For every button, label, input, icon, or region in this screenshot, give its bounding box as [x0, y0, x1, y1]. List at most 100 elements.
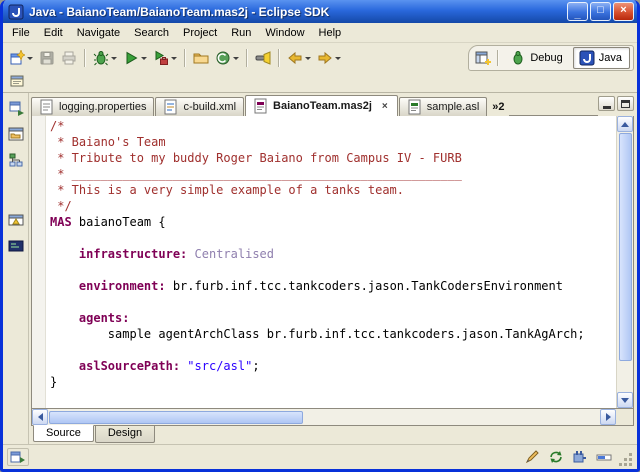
new-wizard-icon	[10, 50, 25, 65]
new-class-icon	[216, 51, 230, 65]
vertical-scrollbar[interactable]	[616, 116, 633, 408]
chevron-down-icon	[171, 56, 177, 60]
tab-bar-spacer	[508, 95, 598, 116]
menu-help[interactable]: Help	[312, 24, 349, 42]
open-perspective-button[interactable]	[472, 47, 494, 69]
new-wizard-button[interactable]	[6, 47, 36, 69]
tab-label: BaianoTeam.mas2j	[273, 100, 372, 112]
package-explorer-button[interactable]	[6, 124, 26, 144]
menu-search[interactable]: Search	[127, 24, 176, 42]
plugin-status-button[interactable]	[571, 448, 589, 466]
fast-view-bar-button[interactable]	[7, 448, 29, 466]
java-perspective-button[interactable]: Java	[572, 47, 630, 69]
debug-perspective-button[interactable]: Debug	[504, 47, 570, 69]
java-perspective-icon	[579, 50, 595, 66]
tab-label: c-build.xml	[183, 101, 237, 113]
forward-button[interactable]	[314, 47, 344, 69]
debug-icon	[93, 51, 109, 66]
toolbar-separator	[278, 49, 280, 67]
tab-baianoteam-mas2j[interactable]: BaianoTeam.mas2j ×	[245, 95, 398, 116]
workbench-main: logging.properties c-build.xml BaianoTea…	[3, 93, 637, 444]
writable-status-icon	[525, 450, 539, 464]
java-perspective-label: Java	[598, 52, 622, 64]
progress-status-button[interactable]	[595, 448, 613, 466]
scroll-right-button[interactable]	[600, 409, 616, 425]
debug-button[interactable]	[90, 47, 120, 69]
external-tools-button[interactable]	[150, 47, 180, 69]
maximize-button[interactable]: □	[590, 2, 611, 21]
status-bar	[3, 444, 637, 469]
fast-view-bar	[3, 93, 29, 444]
type-hierarchy-icon	[9, 153, 22, 167]
chevron-down-icon	[111, 56, 117, 60]
menu-project[interactable]: Project	[176, 24, 224, 42]
maximize-icon	[621, 99, 630, 108]
window-title: Java - BaianoTeam/BaianoTeam.mas2j - Ecl…	[29, 4, 330, 19]
tab-source[interactable]: Source	[33, 425, 94, 442]
problems-view-button[interactable]	[6, 210, 26, 230]
tab-close-icon[interactable]: ×	[380, 101, 390, 112]
editor-area: logging.properties c-build.xml BaianoTea…	[29, 93, 637, 444]
annotation-ruler[interactable]	[32, 116, 46, 408]
scroll-left-button[interactable]	[32, 409, 48, 425]
open-perspective-icon	[475, 51, 492, 65]
console-view-button[interactable]	[6, 236, 26, 256]
menu-edit[interactable]: Edit	[37, 24, 70, 42]
writable-status-button[interactable]	[523, 448, 541, 466]
tab-overflow-chevron[interactable]: »2	[492, 101, 504, 113]
restore-views-icon	[9, 101, 24, 116]
forward-icon	[318, 51, 332, 65]
menu-window[interactable]: Window	[258, 24, 311, 42]
save-button[interactable]	[36, 47, 58, 69]
toolbar-separator	[497, 50, 500, 66]
new-class-button[interactable]	[212, 47, 242, 69]
scroll-down-button[interactable]	[617, 392, 633, 408]
xml-file-icon	[164, 99, 177, 115]
horizontal-scroll-track[interactable]	[48, 409, 600, 425]
search-button[interactable]	[252, 47, 274, 69]
toolbar-separator	[184, 49, 186, 67]
tab-sample-asl[interactable]: sample.asl	[398, 97, 488, 116]
resize-grip[interactable]	[619, 453, 633, 467]
code-editor[interactable]: /* * Baiano's Team * Tribute to my buddy…	[46, 116, 616, 408]
run-icon	[126, 51, 138, 65]
back-button[interactable]	[284, 47, 314, 69]
chevron-down-icon	[141, 56, 147, 60]
tab-label: logging.properties	[59, 101, 147, 113]
menu-run[interactable]: Run	[224, 24, 258, 42]
type-hierarchy-button[interactable]	[6, 150, 26, 170]
title-bar[interactable]: Java - BaianoTeam/BaianoTeam.mas2j - Ecl…	[3, 0, 637, 23]
editor-controls	[598, 96, 634, 111]
mas2j-file-icon	[254, 98, 267, 114]
menu-file[interactable]: File	[5, 24, 37, 42]
horizontal-scroll-thumb[interactable]	[49, 410, 303, 424]
chevron-down-icon	[27, 56, 33, 60]
scroll-up-button[interactable]	[617, 116, 633, 132]
close-button[interactable]: ×	[613, 2, 634, 21]
vertical-scroll-thumb[interactable]	[618, 133, 632, 361]
minimize-editor-button[interactable]	[598, 96, 615, 111]
tab-c-build-xml[interactable]: c-build.xml	[155, 97, 245, 116]
arrow-left-icon	[37, 413, 43, 421]
tab-logging-properties[interactable]: logging.properties	[31, 97, 155, 116]
back-icon	[288, 51, 302, 65]
sync-status-button[interactable]	[547, 448, 565, 466]
arrow-right-icon	[605, 413, 611, 421]
pin-editor-button[interactable]	[6, 70, 28, 92]
maximize-editor-button[interactable]	[617, 96, 634, 111]
menu-navigate[interactable]: Navigate	[70, 24, 127, 42]
tab-design[interactable]: Design	[94, 426, 156, 443]
print-button[interactable]	[58, 47, 80, 69]
fast-view-bar-icon	[10, 451, 25, 463]
editor-body: /* * Baiano's Team * Tribute to my buddy…	[31, 116, 634, 409]
minimize-button[interactable]: _	[567, 2, 588, 21]
restore-views-button[interactable]	[6, 98, 26, 118]
print-icon	[62, 51, 76, 65]
new-java-project-button[interactable]	[190, 47, 212, 69]
chevron-down-icon	[305, 56, 311, 60]
horizontal-scrollbar[interactable]	[31, 409, 634, 426]
properties-file-icon	[40, 99, 53, 115]
run-button[interactable]	[120, 47, 150, 69]
save-icon	[40, 51, 54, 65]
minimize-icon	[602, 105, 611, 109]
